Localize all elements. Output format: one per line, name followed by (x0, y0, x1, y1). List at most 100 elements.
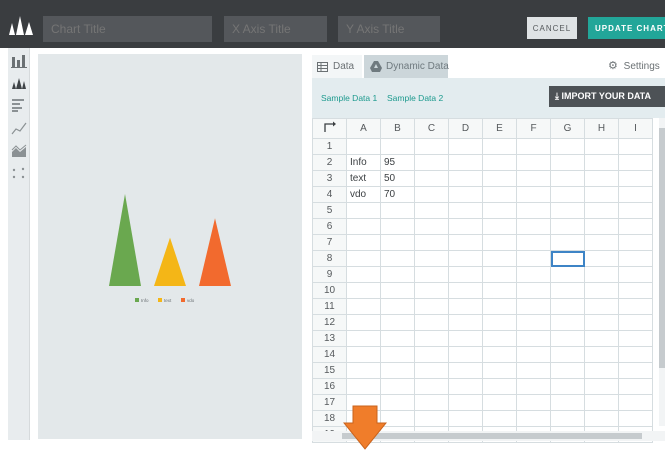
column-header[interactable]: G (550, 118, 585, 139)
grid-cell[interactable] (380, 138, 415, 155)
vertical-scroll-thumb[interactable] (659, 128, 665, 368)
grid-cell[interactable] (550, 282, 585, 299)
x-axis-title-input[interactable] (224, 16, 327, 42)
grid-cell[interactable] (584, 378, 619, 395)
grid-cell[interactable] (414, 362, 449, 379)
grid-cell[interactable] (584, 186, 619, 203)
column-header[interactable]: B (380, 118, 415, 139)
grid-cell[interactable]: vdo (346, 186, 381, 203)
grid-cell[interactable] (550, 202, 585, 219)
grid-cell[interactable] (516, 170, 551, 187)
grid-cell[interactable] (380, 314, 415, 331)
grid-cell[interactable] (550, 378, 585, 395)
grid-cell[interactable] (516, 362, 551, 379)
grid-cell[interactable] (584, 154, 619, 171)
grid-cell[interactable] (584, 234, 619, 251)
row-header[interactable]: 12 (312, 314, 347, 331)
grid-cell[interactable] (618, 314, 653, 331)
grid-cell[interactable] (516, 394, 551, 411)
grid-cell[interactable] (448, 378, 483, 395)
grid-cell[interactable] (584, 330, 619, 347)
row-header[interactable]: 1 (312, 138, 347, 155)
grid-cell[interactable]: 70 (380, 186, 415, 203)
update-chart-button[interactable]: UPDATE CHART (588, 17, 665, 39)
grid-cell[interactable] (516, 202, 551, 219)
grid-cell[interactable] (482, 170, 517, 187)
grid-cell[interactable] (618, 202, 653, 219)
grid-cell[interactable] (550, 410, 585, 427)
grid-cell[interactable] (380, 202, 415, 219)
grid-cell[interactable] (380, 266, 415, 283)
grid-cell[interactable] (550, 362, 585, 379)
grid-cell[interactable] (618, 266, 653, 283)
grid-cell[interactable] (482, 330, 517, 347)
row-header[interactable]: 14 (312, 346, 347, 363)
grid-cell[interactable] (448, 202, 483, 219)
grid-cell[interactable] (380, 362, 415, 379)
grid-cell[interactable] (550, 170, 585, 187)
grid-cell[interactable] (516, 138, 551, 155)
row-header[interactable]: 8 (312, 250, 347, 267)
row-header[interactable]: 3 (312, 170, 347, 187)
grid-cell[interactable] (414, 186, 449, 203)
cancel-button[interactable]: CANCEL (527, 17, 577, 39)
grid-cell[interactable] (584, 250, 619, 267)
line-chart-icon[interactable] (11, 121, 27, 135)
grid-cell[interactable] (346, 314, 381, 331)
grid-cell[interactable] (448, 314, 483, 331)
grid-cell[interactable] (448, 394, 483, 411)
grid-cell[interactable] (516, 218, 551, 235)
grid-cell[interactable] (448, 266, 483, 283)
grid-cell[interactable] (584, 346, 619, 363)
grid-cell[interactable] (482, 346, 517, 363)
grid-cell[interactable] (346, 266, 381, 283)
tab-data[interactable]: Data (312, 55, 362, 78)
grid-cell[interactable] (482, 298, 517, 315)
tab-dynamic-data[interactable]: Dynamic Data (364, 55, 449, 78)
grid-cell[interactable] (346, 250, 381, 267)
grid-cell[interactable] (550, 394, 585, 411)
grid-cell[interactable]: text (346, 170, 381, 187)
grid-cell[interactable] (482, 282, 517, 299)
grid-cell[interactable] (618, 394, 653, 411)
grid-cell[interactable] (516, 330, 551, 347)
grid-cell[interactable] (346, 346, 381, 363)
grid-cell[interactable] (482, 314, 517, 331)
grid-cell[interactable] (448, 362, 483, 379)
grid-cell[interactable] (346, 378, 381, 395)
grid-cell[interactable] (550, 186, 585, 203)
grid-cell[interactable]: 50 (380, 170, 415, 187)
column-header[interactable]: F (516, 118, 551, 139)
grid-cell[interactable] (380, 298, 415, 315)
sample-data-1-link[interactable]: Sample Data 1 (321, 93, 377, 103)
grid-cell[interactable] (380, 378, 415, 395)
grid-cell[interactable] (618, 218, 653, 235)
grid-cell[interactable] (482, 218, 517, 235)
grid-cell[interactable] (414, 154, 449, 171)
grid-cell[interactable] (448, 250, 483, 267)
grid-cell[interactable] (550, 250, 585, 267)
grid-cell[interactable] (618, 378, 653, 395)
column-header[interactable]: C (414, 118, 449, 139)
vertical-scrollbar[interactable] (659, 118, 665, 426)
column-header[interactable]: I (618, 118, 653, 139)
grid-cell[interactable] (414, 330, 449, 347)
grid-cell[interactable] (584, 362, 619, 379)
horizontal-scroll-thumb[interactable] (342, 433, 642, 439)
grid-cell[interactable] (414, 314, 449, 331)
row-header[interactable]: 11 (312, 298, 347, 315)
grid-cell[interactable] (482, 186, 517, 203)
grid-cell[interactable] (618, 170, 653, 187)
grid-cell[interactable] (448, 298, 483, 315)
grid-cell[interactable] (448, 346, 483, 363)
grid-cell[interactable] (448, 282, 483, 299)
grid-cell[interactable] (618, 346, 653, 363)
row-header[interactable]: 18 (312, 410, 347, 427)
settings-link[interactable]: ⚙ Settings (608, 59, 660, 72)
grid-cell[interactable] (448, 234, 483, 251)
grid-cell[interactable] (516, 266, 551, 283)
grid-cell[interactable] (380, 282, 415, 299)
grid-cell[interactable] (414, 234, 449, 251)
grid-cell[interactable] (550, 346, 585, 363)
grid-cell[interactable] (516, 250, 551, 267)
